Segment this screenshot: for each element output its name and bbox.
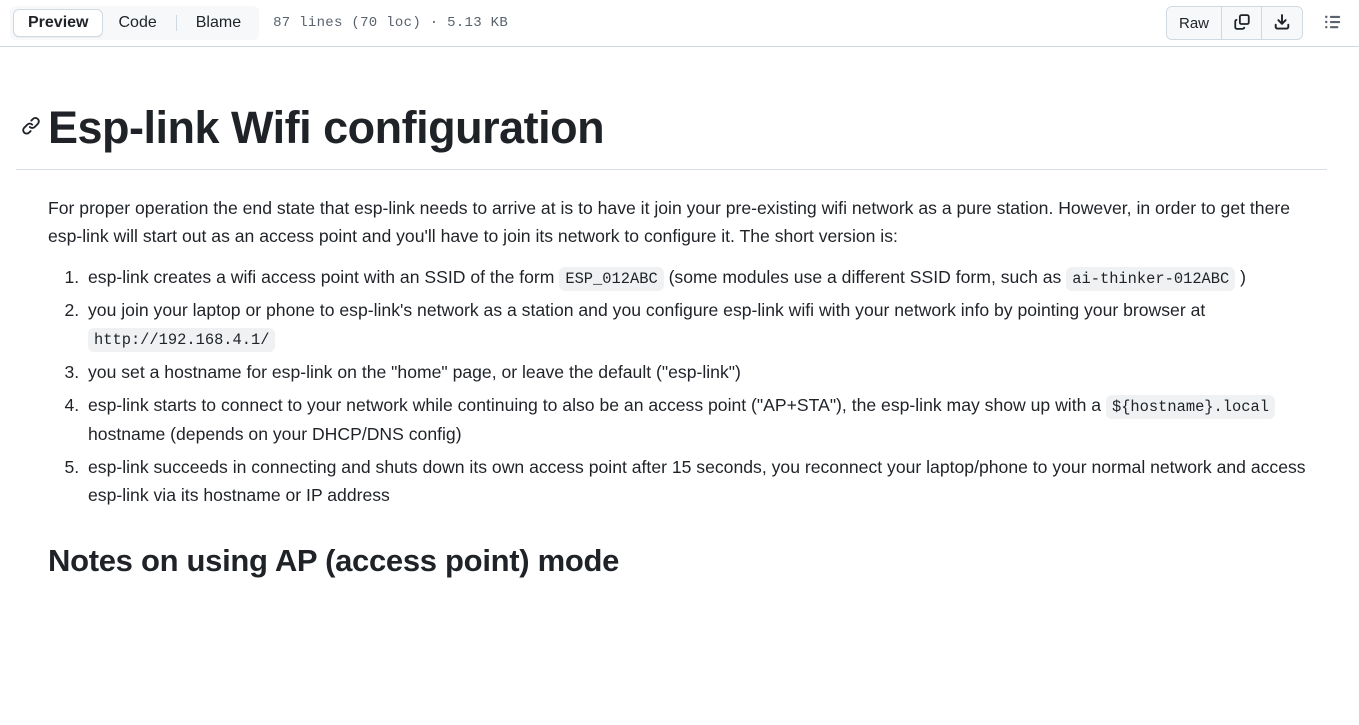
file-metadata: 87 lines (70 loc) · 5.13 KB: [273, 15, 509, 31]
tab-code[interactable]: Code: [103, 9, 171, 37]
markdown-content: Esp-link Wifi configuration For proper o…: [0, 103, 1359, 579]
list-item: esp-link creates a wifi access point wit…: [84, 263, 1327, 292]
tab-blame[interactable]: Blame: [181, 9, 256, 37]
page-title-text: Esp-link Wifi configuration: [48, 102, 605, 153]
segmented-divider: [175, 15, 177, 31]
list-item: you join your laptop or phone to esp-lin…: [84, 296, 1327, 353]
list-item-text: ): [1235, 266, 1247, 287]
link-anchor-icon[interactable]: [20, 115, 42, 137]
list-item-text: esp-link creates a wifi access point wit…: [88, 266, 560, 287]
copy-icon: [1233, 13, 1251, 34]
outline-list-icon: [1324, 13, 1342, 34]
list-item: you set a hostname for esp-link on the "…: [84, 358, 1327, 387]
list-item-text: esp-link starts to connect to your netwo…: [88, 394, 1106, 415]
tab-preview[interactable]: Preview: [13, 9, 104, 37]
outline-toggle-button[interactable]: [1317, 7, 1349, 39]
list-item: esp-link starts to connect to your netwo…: [84, 391, 1327, 448]
raw-button[interactable]: Raw: [1166, 7, 1222, 39]
list-item-text: you set a hostname for esp-link on the "…: [88, 361, 741, 382]
list-item-text: hostname (depends on your DHCP/DNS confi…: [88, 423, 462, 444]
inline-code: http://192.168.4.1/: [88, 328, 276, 353]
download-icon: [1273, 13, 1291, 34]
inline-code: ${hostname}.local: [1105, 394, 1275, 419]
inline-code: ai-thinker-012ABC: [1066, 266, 1236, 291]
download-icon-button[interactable]: [1262, 7, 1302, 39]
file-action-button-group: Raw: [1165, 6, 1303, 40]
list-item-text: esp-link succeeds in connecting and shut…: [88, 456, 1306, 506]
list-item: esp-link succeeds in connecting and shut…: [84, 453, 1327, 510]
copy-icon-button[interactable]: [1222, 7, 1262, 39]
view-mode-segmented-control: Preview Code Blame: [10, 6, 260, 40]
steps-list: esp-link creates a wifi access point wit…: [48, 263, 1327, 510]
intro-paragraph: For proper operation the end state that …: [48, 197, 1290, 247]
inline-code: ESP_012ABC: [559, 266, 664, 291]
list-item-text: you join your laptop or phone to esp-lin…: [88, 299, 1206, 320]
section-heading-notes: Notes on using AP (access point) mode: [48, 542, 620, 578]
list-item-text: (some modules use a different SSID form,…: [663, 266, 1067, 287]
file-toolbar: Preview Code Blame 87 lines (70 loc) · 5…: [0, 0, 1359, 47]
page-title: Esp-link Wifi configuration: [16, 103, 1327, 170]
toolbar-actions: Raw: [1165, 6, 1349, 40]
